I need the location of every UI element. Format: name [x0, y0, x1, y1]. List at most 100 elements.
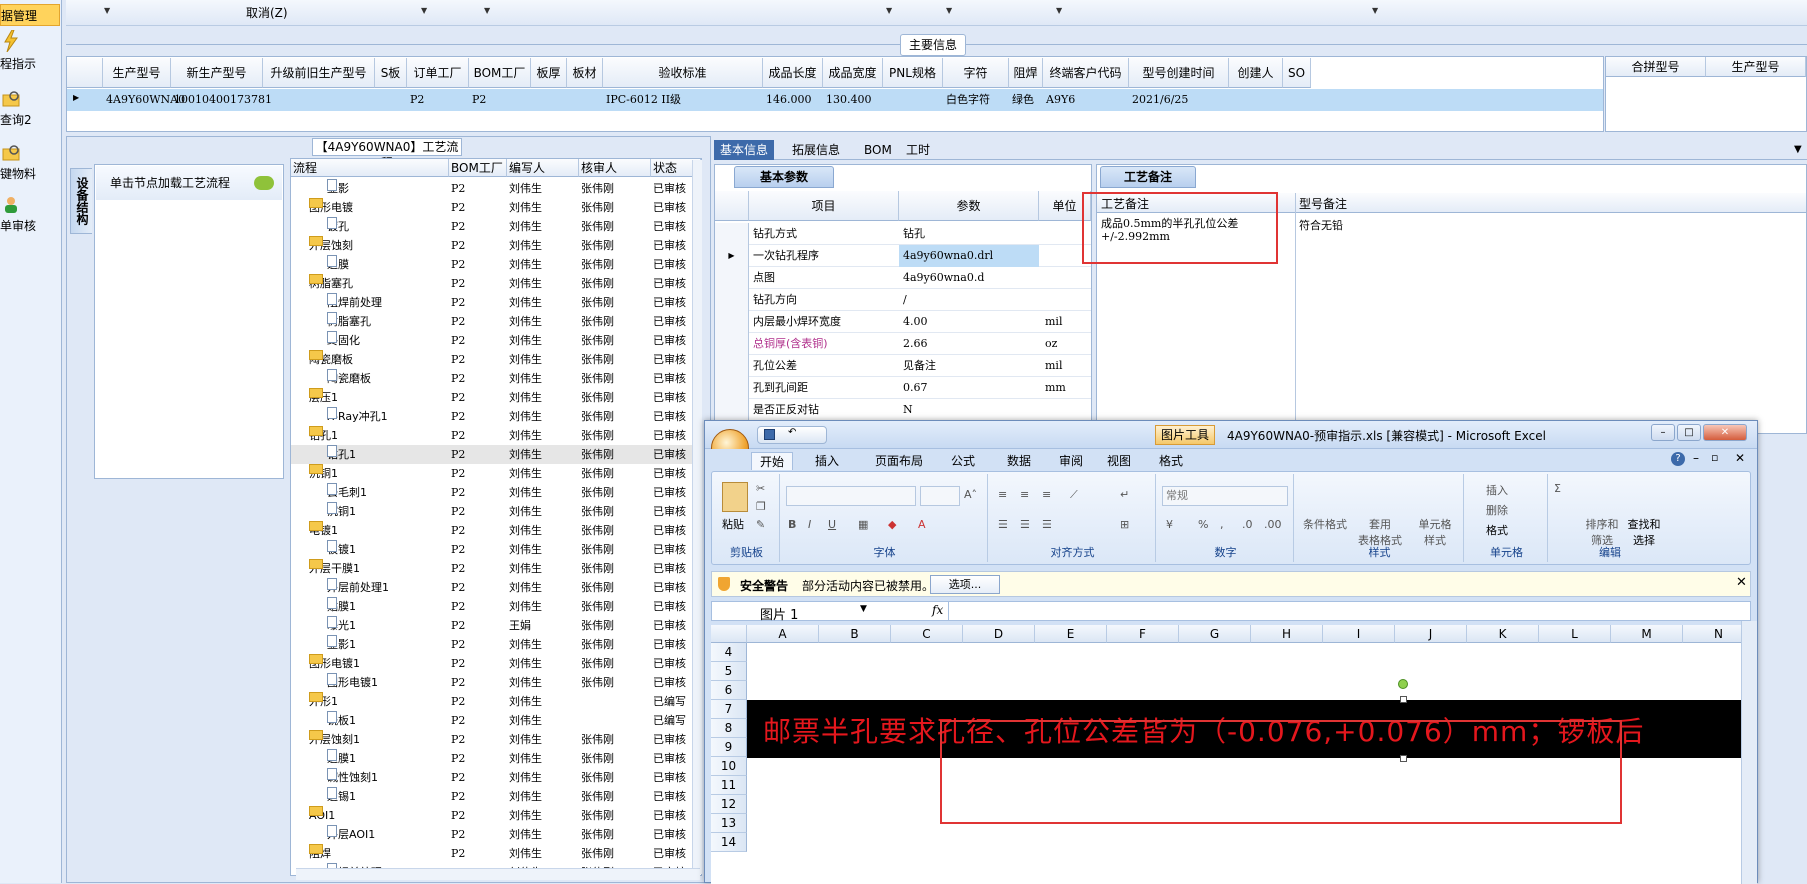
currency-icon[interactable]: ¥	[1166, 518, 1173, 531]
table-cell[interactable]	[375, 89, 407, 111]
border-icon[interactable]: ▦	[858, 518, 868, 531]
column-header[interactable]: 生产型号	[103, 58, 171, 88]
column-header[interactable]: 合拼型号	[1606, 57, 1706, 77]
tree-row[interactable]: −外形1 P2 刘伟生 已编写	[291, 692, 701, 711]
tree-row[interactable]: 贴膜1 P2 刘伟生 张伟刚 已审核	[291, 597, 701, 616]
column-header[interactable]: M	[1611, 625, 1683, 643]
chevron-down-icon[interactable]: ▼	[1794, 144, 1802, 155]
nav-item-data-management[interactable]: 据管理	[0, 4, 60, 26]
column-header[interactable]: BOM工厂	[469, 58, 531, 88]
param-row[interactable]: 孔位公差 见备注 mil	[715, 355, 1091, 377]
column-header[interactable]: A	[747, 625, 819, 643]
table-cell[interactable]: IPC-6012 II级	[603, 89, 763, 111]
close-icon[interactable]: ✕	[1703, 424, 1747, 441]
column-header[interactable]: BOM工厂	[449, 159, 507, 177]
table-cell[interactable]	[883, 89, 943, 111]
merge-icon[interactable]: ⊞	[1120, 518, 1129, 531]
tree-row[interactable]: 退膜1 P2 刘伟生 张伟刚 已审核	[291, 749, 701, 768]
param-row[interactable]: 钻孔方向 /	[715, 289, 1091, 311]
chevron-down-icon[interactable]: ▼	[484, 6, 490, 15]
tree-row[interactable]: −外层蚀刻1 P2 刘伟生 张伟刚 已审核	[291, 730, 701, 749]
param-value[interactable]: 钻孔	[899, 223, 1039, 245]
table-cell[interactable]	[531, 89, 567, 111]
column-header[interactable]: 项目	[749, 191, 899, 221]
param-row[interactable]: 点图 4a9y60wna0.d	[715, 267, 1091, 289]
tree-row[interactable]: 钻孔1 P2 刘伟生 张伟刚 已审核	[291, 445, 701, 464]
resize-handle[interactable]	[1400, 696, 1407, 703]
ribbon-close-icon[interactable]: ✕	[1735, 451, 1745, 465]
param-row[interactable]: 孔到孔间距 0.67 mm	[715, 377, 1091, 399]
ribbon-tab[interactable]: 开始	[751, 452, 794, 470]
column-header[interactable]: 创建人	[1229, 58, 1283, 88]
column-header[interactable]: 升级前旧生产型号	[263, 58, 375, 88]
tree-row[interactable]: 沉铜1 P2 刘伟生 张伟刚 已审核	[291, 502, 701, 521]
tree-row[interactable]: −外层蚀刻 P2 刘伟生 张伟刚 已审核	[291, 236, 701, 255]
column-header[interactable]: 型号备注	[1299, 195, 1347, 212]
param-value[interactable]: /	[899, 289, 1039, 311]
formula-input[interactable]	[948, 602, 1750, 620]
tree-row[interactable]: −层压1 P2 刘伟生 张伟刚 已审核	[291, 388, 701, 407]
font-size-select[interactable]	[920, 486, 960, 506]
param-row[interactable]: 内层最小焊环宽度 4.00 mil	[715, 311, 1091, 333]
nav-item-key-materials[interactable]: 键物料	[0, 144, 60, 182]
column-header[interactable]: 流程	[291, 159, 449, 177]
rotate-handle[interactable]	[1398, 679, 1408, 689]
chevron-down-icon[interactable]: ▼	[104, 6, 110, 15]
column-header[interactable]: B	[819, 625, 891, 643]
tree-row[interactable]: 树脂塞孔 P2 刘伟生 张伟刚 已审核	[291, 312, 701, 331]
ribbon-tab[interactable]: 数据	[1007, 452, 1031, 469]
param-value[interactable]: 4a9y60wna0.d	[899, 267, 1039, 289]
chevron-down-icon[interactable]: ▼	[1372, 6, 1378, 15]
column-header[interactable]: 板厚	[531, 58, 567, 88]
align-center-icon[interactable]: ☰	[1020, 518, 1030, 531]
ribbon-tab[interactable]: 页面布局	[875, 452, 923, 469]
ribbon-tab[interactable]: 插入	[815, 452, 839, 469]
chevron-down-icon[interactable]: ▼	[946, 6, 952, 15]
tree-row[interactable]: 曝光1 P2 王娟 张伟刚 已审核	[291, 616, 701, 635]
process-notes-tab[interactable]: 工艺备注	[1100, 166, 1196, 188]
row-header[interactable]: 7	[711, 700, 747, 719]
row-header[interactable]: 6	[711, 681, 747, 700]
cut-icon[interactable]: ✂	[756, 482, 765, 495]
chevron-down-icon[interactable]: ▼	[421, 6, 427, 15]
orientation-icon[interactable]: ⟋	[1070, 488, 1078, 502]
wrap-text-icon[interactable]: ↵	[1120, 488, 1129, 501]
tree-row[interactable]: −电镀1 P2 刘伟生 张伟刚 已审核	[291, 521, 701, 540]
undo-icon[interactable]: ↶	[788, 427, 796, 438]
decrease-decimal-icon[interactable]: .00	[1264, 518, 1282, 531]
nav-item-review[interactable]: 单审核	[0, 196, 60, 234]
column-header[interactable]: 参数	[899, 191, 1039, 221]
italic-icon[interactable]: I	[808, 518, 811, 531]
tree-row[interactable]: −图形电镀1 P2 刘伟生 张伟刚 已审核	[291, 654, 701, 673]
column-header[interactable]: C	[891, 625, 963, 643]
number-format-select[interactable]: 常规	[1162, 486, 1288, 506]
tree-row[interactable]: 退膜 P2 刘伟生 张伟刚 已审核	[291, 255, 701, 274]
chevron-down-icon[interactable]: ▼	[860, 604, 867, 614]
tree-row[interactable]: 去毛刺1 P2 刘伟生 张伟刚 已审核	[291, 483, 701, 502]
tree-row[interactable]: 终固化 P2 刘伟生 张伟刚 已审核	[291, 331, 701, 350]
column-header[interactable]: 订单工厂	[407, 58, 469, 88]
param-value[interactable]: N	[899, 399, 1039, 421]
maximize-icon[interactable]: □	[1677, 424, 1701, 441]
column-header[interactable]: 终端客户代码	[1043, 58, 1129, 88]
column-header[interactable]: S板	[375, 58, 407, 88]
ribbon-tab[interactable]: 审阅	[1059, 452, 1083, 469]
tree-row[interactable]: −阻焊 P2 刘伟生 张伟刚 已审核	[291, 844, 701, 863]
basic-params-tab[interactable]: 基本参数	[734, 166, 834, 188]
percent-icon[interactable]: %	[1198, 518, 1208, 531]
ribbon-tab[interactable]: 视图	[1107, 452, 1131, 469]
tree-row[interactable]: 板镀1 P2 刘伟生 张伟刚 已审核	[291, 540, 701, 559]
format-painter-icon[interactable]: ✎	[756, 518, 765, 531]
tree-row[interactable]: −AOI1 P2 刘伟生 张伟刚 已审核	[291, 806, 701, 825]
column-header[interactable]: 阻焊	[1009, 58, 1043, 88]
tree-row[interactable]: 外层前处理1 P2 刘伟生 张伟刚 已审核	[291, 578, 701, 597]
tree-row[interactable]: 镀孔 P2 刘伟生 张伟刚 已审核	[291, 217, 701, 236]
format-button[interactable]: 格式	[1486, 522, 1508, 538]
column-header[interactable]: E	[1035, 625, 1107, 643]
param-value[interactable]: 4a9y60wna0.drl	[899, 245, 1039, 267]
paste-icon[interactable]	[722, 482, 748, 512]
function-icon[interactable]: fx	[932, 603, 943, 617]
save-icon[interactable]	[764, 429, 775, 440]
tree-row[interactable]: −沉铜1 P2 刘伟生 张伟刚 已审核	[291, 464, 701, 483]
tree-row[interactable]: −钻孔1 P2 刘伟生 张伟刚 已审核	[291, 426, 701, 445]
